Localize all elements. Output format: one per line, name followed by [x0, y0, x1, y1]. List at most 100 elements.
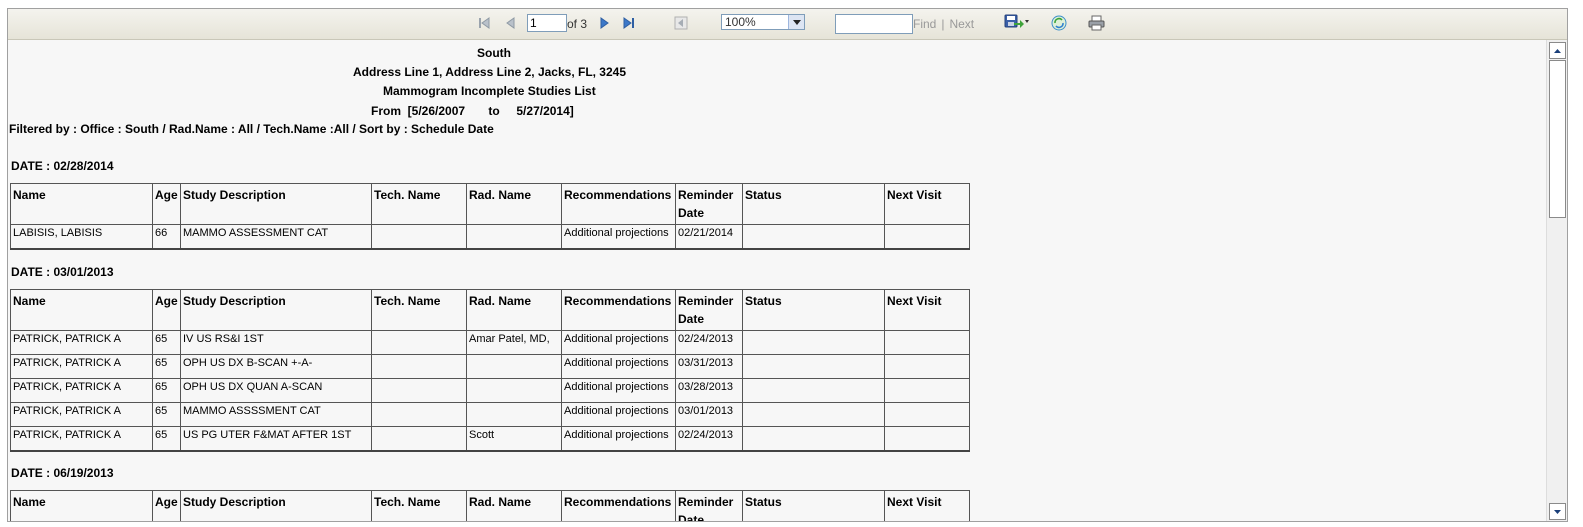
column-header: Status: [742, 490, 885, 521]
table-cell: 02/24/2013: [675, 330, 743, 355]
table-cell: PATRICK, PATRICK A: [10, 378, 153, 403]
next-page-icon[interactable]: [597, 16, 611, 30]
table-cell: Scott: [466, 426, 562, 452]
table-cell: [742, 224, 885, 250]
table-cell: 65: [152, 378, 181, 403]
column-header: Name: [10, 289, 153, 331]
find-separator: |: [941, 17, 945, 31]
table-cell: MAMMO ASSESSMENT CAT: [180, 224, 372, 250]
export-save-icon[interactable]: [1004, 14, 1030, 30]
table-row[interactable]: PATRICK, PATRICK A 65 OPH US DX QUAN A-SCA…: [10, 378, 970, 403]
table-cell: [466, 354, 562, 379]
address-line: Address Line 1, Address Line 2, Jacks, F…: [353, 65, 627, 79]
table-cell: [742, 426, 885, 452]
table-cell: [742, 330, 885, 355]
report-viewer: of 3 100% Find | Next: [7, 8, 1568, 522]
vertical-scrollbar[interactable]: [1546, 40, 1567, 521]
table-cell: Additional projections: [561, 402, 676, 427]
find-input[interactable]: [835, 14, 913, 34]
column-header: Next Visit: [884, 289, 970, 331]
column-header: Age: [152, 289, 181, 331]
report-toolbar: of 3 100% Find | Next: [8, 9, 1567, 40]
group-date-label: DATE : 02/28/2014: [11, 159, 114, 173]
studies-table: Name Age Study Description Tech. Name Rad. N…: [10, 183, 970, 250]
table-row[interactable]: PATRICK, PATRICK A 65 MAMMO ASSSSMENT CAT A…: [10, 402, 970, 427]
column-header: Reminder Date: [675, 490, 743, 521]
column-header: Age: [152, 490, 181, 521]
last-page-icon[interactable]: [622, 16, 636, 30]
column-header: Reminder Date: [675, 183, 743, 225]
table-cell: [371, 224, 467, 250]
table-header-row: Name Age Study Description Tech. Name Rad. N…: [10, 183, 970, 225]
column-header: Name: [10, 490, 153, 521]
table-cell: [466, 402, 562, 427]
table-cell: PATRICK, PATRICK A: [10, 426, 153, 452]
column-header: Reminder Date: [675, 289, 743, 331]
table-cell: OPH US DX QUAN A-SCAN: [180, 378, 372, 403]
column-header: Rad. Name: [466, 289, 562, 331]
scroll-up-button[interactable]: [1549, 42, 1566, 59]
scrollbar-thumb[interactable]: [1549, 60, 1566, 218]
table-cell: [884, 330, 970, 355]
find-controls: Find | Next: [913, 16, 974, 32]
table-row[interactable]: PATRICK, PATRICK A 65 US PG UTER F&MAT AFT…: [10, 426, 970, 452]
table-cell: 03/31/2013: [675, 354, 743, 379]
find-link[interactable]: Find: [913, 17, 936, 31]
column-header: Status: [742, 289, 885, 331]
back-to-parent-icon[interactable]: [674, 16, 688, 30]
table-cell: OPH US DX B-SCAN +-A-: [180, 354, 372, 379]
table-cell: 65: [152, 354, 181, 379]
column-header: Tech. Name: [371, 183, 467, 225]
table-cell: Additional projections: [561, 354, 676, 379]
studies-table: Name Age Study Description Tech. Name Rad. N…: [10, 289, 970, 452]
column-header: Tech. Name: [371, 490, 467, 521]
table-cell: 03/28/2013: [675, 378, 743, 403]
table-cell: [742, 378, 885, 403]
table-cell: 02/21/2014: [675, 224, 743, 250]
table-cell: IV US RS&I 1ST: [180, 330, 372, 355]
table-cell: [884, 426, 970, 452]
table-cell: 65: [152, 402, 181, 427]
group-date-label: DATE : 03/01/2013: [11, 265, 114, 279]
table-row[interactable]: LABISIS, LABISIS 66 MAMMO ASSESSMENT CAT Ad…: [10, 224, 970, 250]
column-header: Recommendations: [561, 289, 676, 331]
chevron-down-icon[interactable]: [788, 15, 804, 29]
column-header: Next Visit: [884, 490, 970, 521]
table-cell: [371, 330, 467, 355]
table-cell: US PG UTER F&MAT AFTER 1ST: [180, 426, 372, 452]
studies-table: Name Age Study Description Tech. Name Rad. N…: [10, 490, 970, 521]
refresh-icon[interactable]: [1051, 15, 1067, 31]
zoom-value: 100%: [725, 15, 756, 29]
scroll-down-button[interactable]: [1549, 503, 1566, 520]
table-cell: [884, 402, 970, 427]
table-cell: [742, 354, 885, 379]
find-next-link[interactable]: Next: [949, 17, 974, 31]
table-cell: Additional projections: [561, 224, 676, 250]
table-cell: [884, 378, 970, 403]
filter-line: Filtered by : Office : South / Rad.Name …: [9, 122, 494, 136]
report-body: South Address Line 1, Address Line 2, Ja…: [8, 40, 1545, 521]
column-header: Tech. Name: [371, 289, 467, 331]
page-count: of 3: [567, 17, 588, 31]
table-cell: Additional projections: [561, 426, 676, 452]
date-range: From [5/26/2007 to 5/27/2014]: [371, 104, 574, 118]
zoom-select[interactable]: 100%: [721, 14, 805, 30]
table-cell: 65: [152, 330, 181, 355]
first-page-icon[interactable]: [477, 16, 491, 30]
print-icon[interactable]: [1088, 15, 1105, 31]
group-date-label: DATE : 06/19/2013: [11, 466, 114, 480]
table-cell: [371, 402, 467, 427]
column-header: Recommendations: [561, 183, 676, 225]
column-header: Study Description: [180, 490, 372, 521]
table-cell: Additional projections: [561, 378, 676, 403]
table-row[interactable]: PATRICK, PATRICK A 65 OPH US DX B-SCAN +-A…: [10, 354, 970, 379]
table-cell: [884, 354, 970, 379]
column-header: Next Visit: [884, 183, 970, 225]
table-cell: 03/01/2013: [675, 402, 743, 427]
table-row[interactable]: PATRICK, PATRICK A 65 IV US RS&I 1ST Amar P…: [10, 330, 970, 355]
column-header: Study Description: [180, 289, 372, 331]
page-number-input[interactable]: [527, 14, 567, 32]
prev-page-icon[interactable]: [504, 16, 518, 30]
column-header: Study Description: [180, 183, 372, 225]
table-cell: [371, 378, 467, 403]
